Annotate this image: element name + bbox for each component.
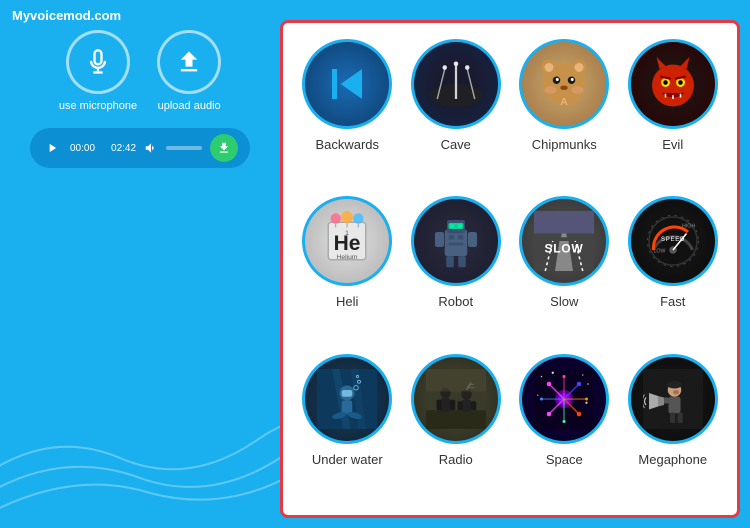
heli-circle: 1 He Helium [302,196,392,286]
upload-button[interactable]: upload audio [157,30,221,112]
upload-label: upload audio [158,100,221,112]
evil-label: Evil [662,137,683,152]
effect-radio[interactable]: Radio [408,354,505,499]
cave-circle [411,39,501,129]
radio-svg [426,369,486,429]
left-panel: use microphone upload audio 00:00 02:42 [20,30,260,168]
microphone-button[interactable]: use microphone [59,30,137,112]
effect-robot[interactable]: Robot [408,196,505,341]
effect-space[interactable]: Space [516,354,613,499]
input-buttons: use microphone upload audio [59,30,221,112]
robot-label: Robot [438,294,473,309]
fast-circle: LOW HIGH SPEED [628,196,718,286]
heli-label: Heli [336,294,358,309]
slow-circle: SLOW [519,196,609,286]
effect-heli[interactable]: 1 He Helium Heli [299,196,396,341]
time-current: 00:00 [70,143,95,154]
radio-label: Radio [439,452,473,467]
megaphone-label: Megaphone [638,452,707,467]
effect-megaphone[interactable]: Megaphone [625,354,722,499]
chipmunks-svg: A [534,54,594,114]
megaphone-circle [628,354,718,444]
effect-cave[interactable]: Cave [408,39,505,184]
effect-slow[interactable]: SLOW Slow [516,196,613,341]
effects-panel: Backwards Cave [280,20,740,518]
space-circle [519,354,609,444]
evil-svg [643,54,703,114]
evil-circle [628,39,718,129]
space-svg [534,369,594,429]
effect-chipmunks[interactable]: A Chipmunks [516,39,613,184]
slow-svg: SLOW [534,211,594,271]
chipmunks-label: Chipmunks [532,137,597,152]
site-url: Myvoicemod.com [12,8,121,23]
backwards-icon [317,54,377,114]
upload-circle[interactable] [157,30,221,94]
svg-text:Helium: Helium [337,254,358,261]
underwater-svg [317,369,377,429]
speaker-icon [144,141,158,155]
player-bar: 00:00 02:42 [30,128,250,168]
effect-fast[interactable]: LOW HIGH SPEED Fast [625,196,722,341]
robot-svg [426,211,486,271]
microphone-icon [84,48,112,76]
volume-track[interactable] [166,146,202,150]
svg-text:A: A [561,96,569,108]
play-icon [45,141,59,155]
robot-circle [411,196,501,286]
megaphone-svg [643,369,703,429]
mic-label: use microphone [59,100,137,112]
effect-backwards[interactable]: Backwards [299,39,396,184]
slow-label: Slow [550,294,578,309]
download-button[interactable] [210,134,238,162]
heli-svg: 1 He Helium [317,211,377,271]
play-button[interactable] [42,138,62,158]
cave-svg [426,54,486,114]
svg-text:SPEED: SPEED [661,237,685,243]
underwater-circle [302,354,392,444]
space-label: Space [546,452,583,467]
underwater-label: Under water [312,452,383,467]
effect-underwater[interactable]: Under water [299,354,396,499]
time-total: 02:42 [111,143,136,154]
cave-label: Cave [441,137,471,152]
volume-icon [144,141,158,155]
svg-text:He: He [334,232,361,255]
chipmunks-circle: A [519,39,609,129]
backwards-label: Backwards [315,137,379,152]
backwards-circle [302,39,392,129]
effect-evil[interactable]: Evil [625,39,722,184]
download-icon [217,141,231,155]
mic-circle[interactable] [66,30,130,94]
upload-icon [175,48,203,76]
radio-circle [411,354,501,444]
fast-svg: LOW HIGH SPEED [643,211,703,271]
fast-label: Fast [660,294,685,309]
